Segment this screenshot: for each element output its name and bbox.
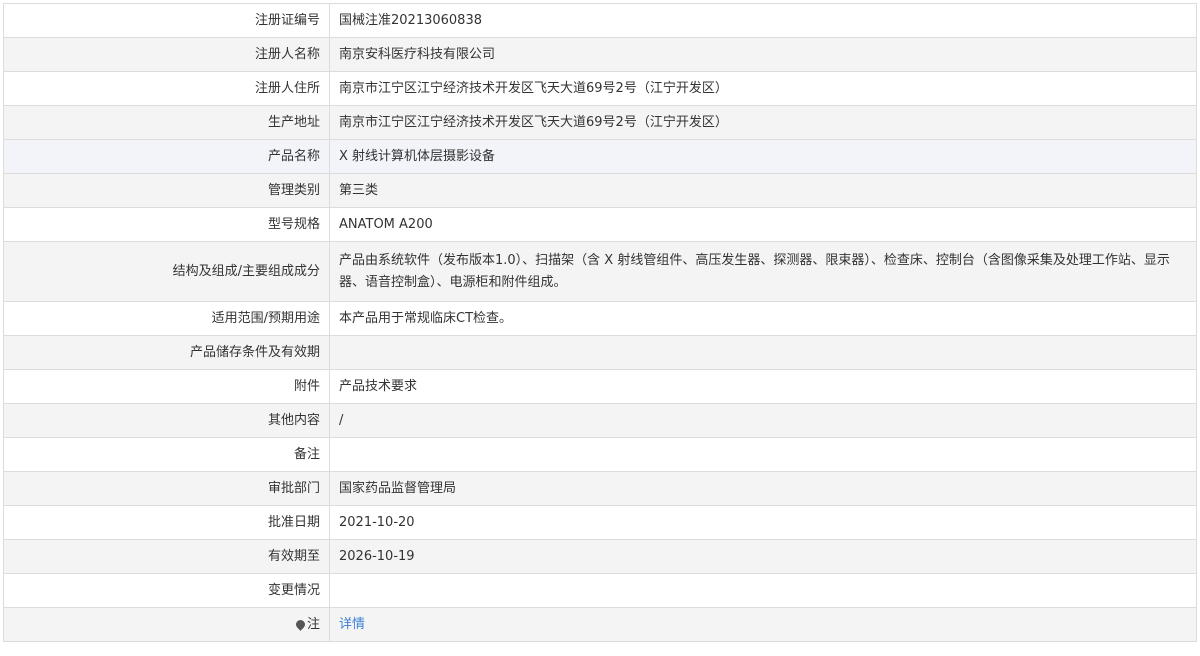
- row-value: 产品技术要求: [329, 369, 1197, 404]
- table-row-note: 注 详情: [3, 607, 1197, 642]
- table-row-approval-department: 审批部门 国家药品监督管理局: [3, 471, 1197, 506]
- table-row-valid-until: 有效期至 2026-10-19: [3, 539, 1197, 574]
- row-label: 批准日期: [3, 505, 330, 540]
- row-value: 国械注准20213060838: [329, 3, 1197, 38]
- row-label: 注册人住所: [3, 71, 330, 106]
- row-label: 产品名称: [3, 139, 330, 174]
- row-value: 南京安科医疗科技有限公司: [329, 37, 1197, 72]
- row-value: 本产品用于常规临床CT检查。: [329, 301, 1197, 336]
- row-label: 生产地址: [3, 105, 330, 140]
- row-value: [329, 573, 1197, 608]
- row-value: 南京市江宁区江宁经济技术开发区飞天大道69号2号（江宁开发区）: [329, 71, 1197, 106]
- table-row-storage-conditions: 产品储存条件及有效期: [3, 335, 1197, 370]
- row-label: 管理类别: [3, 173, 330, 208]
- table-row-other-content: 其他内容 /: [3, 403, 1197, 438]
- table-row-product-name: 产品名称 X 射线计算机体层摄影设备: [3, 139, 1197, 174]
- row-label: 型号规格: [3, 207, 330, 242]
- row-value: 第三类: [329, 173, 1197, 208]
- row-value: 2026-10-19: [329, 539, 1197, 574]
- table-row-registration-number: 注册证编号 国械注准20213060838: [3, 3, 1197, 38]
- note-value-cell: 详情: [329, 607, 1197, 642]
- row-value: 2021-10-20: [329, 505, 1197, 540]
- row-label: 注册人名称: [3, 37, 330, 72]
- row-value: /: [329, 403, 1197, 438]
- table-row-remarks: 备注: [3, 437, 1197, 472]
- table-row-model-spec: 型号规格 ANATOM A200: [3, 207, 1197, 242]
- row-value: 南京市江宁区江宁经济技术开发区飞天大道69号2号（江宁开发区）: [329, 105, 1197, 140]
- table-row-management-category: 管理类别 第三类: [3, 173, 1197, 208]
- note-label-cell: 注: [3, 607, 330, 642]
- row-value: X 射线计算机体层摄影设备: [329, 139, 1197, 174]
- table-row-attachment: 附件 产品技术要求: [3, 369, 1197, 404]
- table-row-approval-date: 批准日期 2021-10-20: [3, 505, 1197, 540]
- row-label: 适用范围/预期用途: [3, 301, 330, 336]
- table-row-change-history: 变更情况: [3, 573, 1197, 608]
- details-link[interactable]: 详情: [339, 617, 365, 632]
- table-row-production-address: 生产地址 南京市江宁区江宁经济技术开发区飞天大道69号2号（江宁开发区）: [3, 105, 1197, 140]
- table-row-intended-use: 适用范围/预期用途 本产品用于常规临床CT检查。: [3, 301, 1197, 336]
- row-label: 附件: [3, 369, 330, 404]
- table-row-registrant-name: 注册人名称 南京安科医疗科技有限公司: [3, 37, 1197, 72]
- row-label: 产品储存条件及有效期: [3, 335, 330, 370]
- row-label: 变更情况: [3, 573, 330, 608]
- row-value: [329, 437, 1197, 472]
- note-label: 注: [306, 616, 320, 632]
- pin-icon: [294, 617, 307, 631]
- row-label: 审批部门: [3, 471, 330, 506]
- registration-info-table: 注册证编号 国械注准20213060838 注册人名称 南京安科医疗科技有限公司…: [3, 3, 1197, 642]
- row-value: 国家药品监督管理局: [329, 471, 1197, 506]
- table-row-structure-composition: 结构及组成/主要组成成分 产品由系统软件（发布版本1.0）、扫描架（含 X 射线…: [3, 241, 1197, 302]
- row-label: 结构及组成/主要组成成分: [3, 241, 330, 302]
- table-row-registrant-address: 注册人住所 南京市江宁区江宁经济技术开发区飞天大道69号2号（江宁开发区）: [3, 71, 1197, 106]
- row-value: [329, 335, 1197, 370]
- row-label: 其他内容: [3, 403, 330, 438]
- row-label: 备注: [3, 437, 330, 472]
- row-label: 注册证编号: [3, 3, 330, 38]
- row-label: 有效期至: [3, 539, 330, 574]
- row-value: 产品由系统软件（发布版本1.0）、扫描架（含 X 射线管组件、高压发生器、探测器…: [329, 241, 1197, 302]
- row-value: ANATOM A200: [329, 207, 1197, 242]
